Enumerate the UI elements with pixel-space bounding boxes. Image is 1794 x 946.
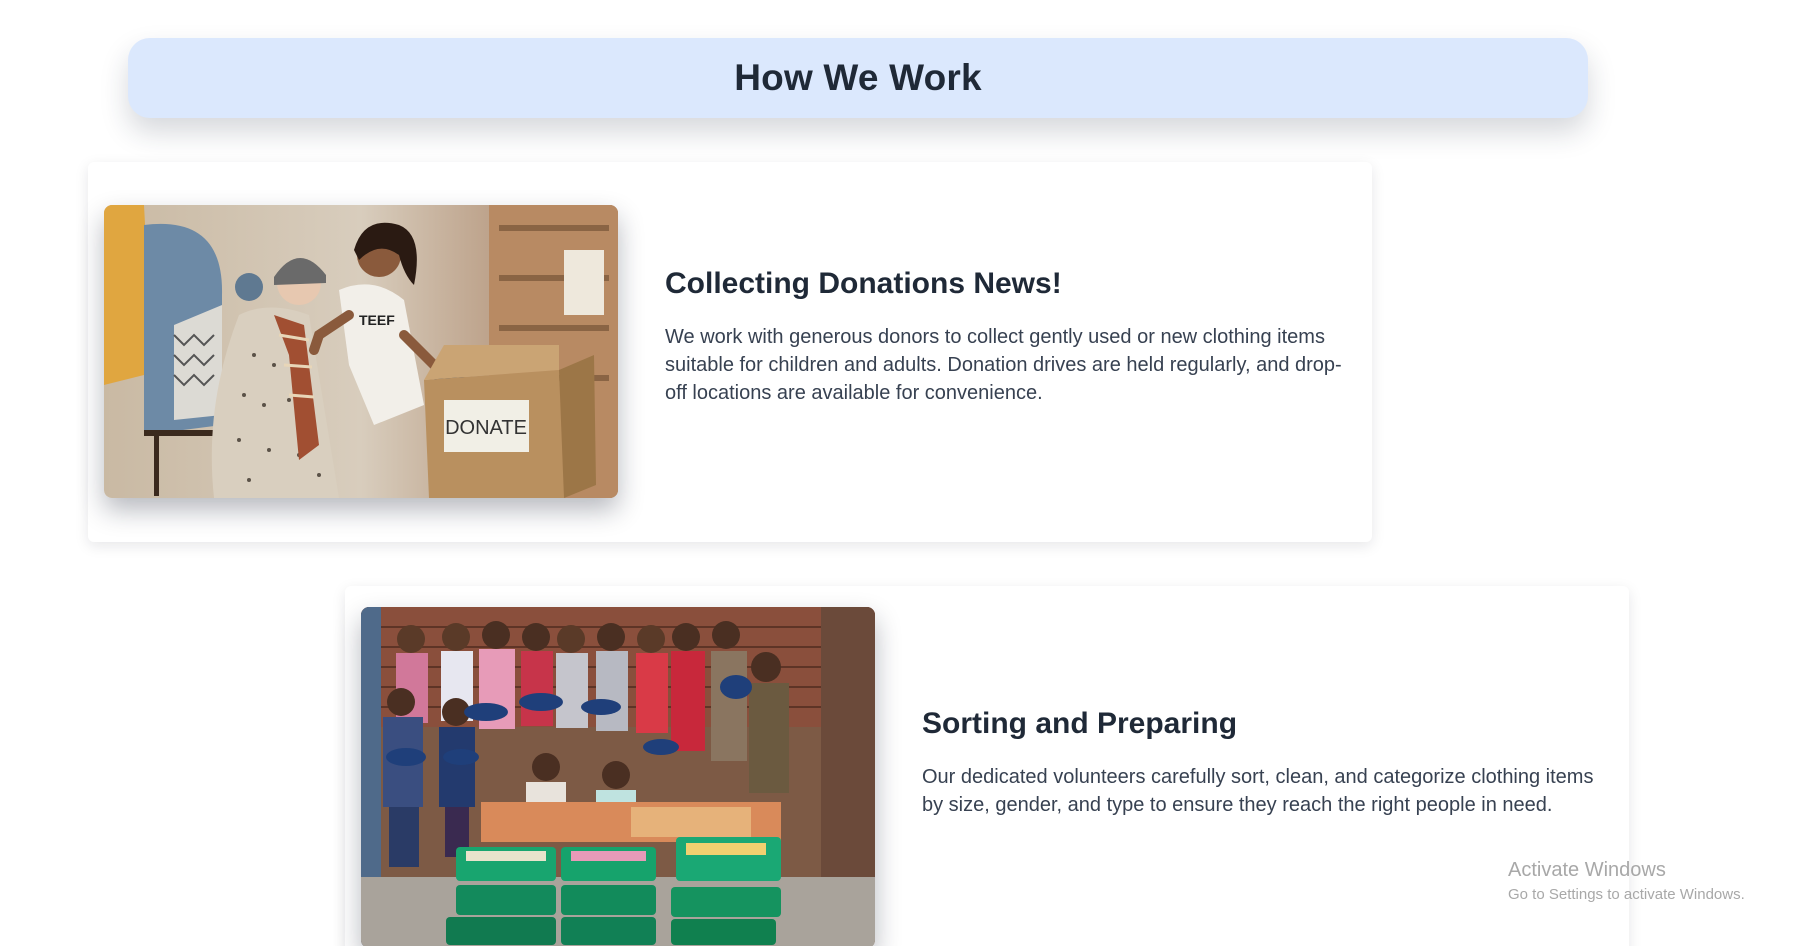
watermark-title: Activate Windows: [1508, 859, 1666, 881]
donation-photo-image: TEEF DONATE: [104, 205, 618, 498]
page-title: How We Work: [734, 57, 982, 98]
step-title: Sorting and Preparing: [922, 707, 1238, 740]
section-header: How We Work: [128, 38, 1588, 118]
watermark-subtitle: Go to Settings to activate Windows.: [1508, 886, 1745, 903]
how-we-work-page: How We Work TEEF DONATE Collecting Donat…: [0, 0, 1794, 946]
windows-activation-watermark: Activate Windows Go to Settings to activ…: [1508, 858, 1745, 905]
svg-text:TEEF: TEEF: [359, 312, 395, 328]
step-text-collecting: Collecting Donations News! We work with …: [665, 267, 1352, 407]
donation-photo: TEEF DONATE: [104, 205, 618, 498]
step-text-sorting: Sorting and Preparing Our dedicated volu…: [922, 707, 1609, 819]
step-description: Our dedicated volunteers carefully sort,…: [922, 766, 1594, 816]
donate-sign-text: DONATE: [445, 417, 527, 439]
children-photo: [361, 607, 875, 946]
step-card-sorting: Sorting and Preparing Our dedicated volu…: [345, 586, 1629, 946]
step-title: Collecting Donations News!: [665, 267, 1062, 300]
step-description: We work with generous donors to collect …: [665, 326, 1342, 404]
step-card-collecting: TEEF DONATE Collecting Donations News! W…: [88, 162, 1372, 542]
children-photo-image: [361, 607, 875, 946]
